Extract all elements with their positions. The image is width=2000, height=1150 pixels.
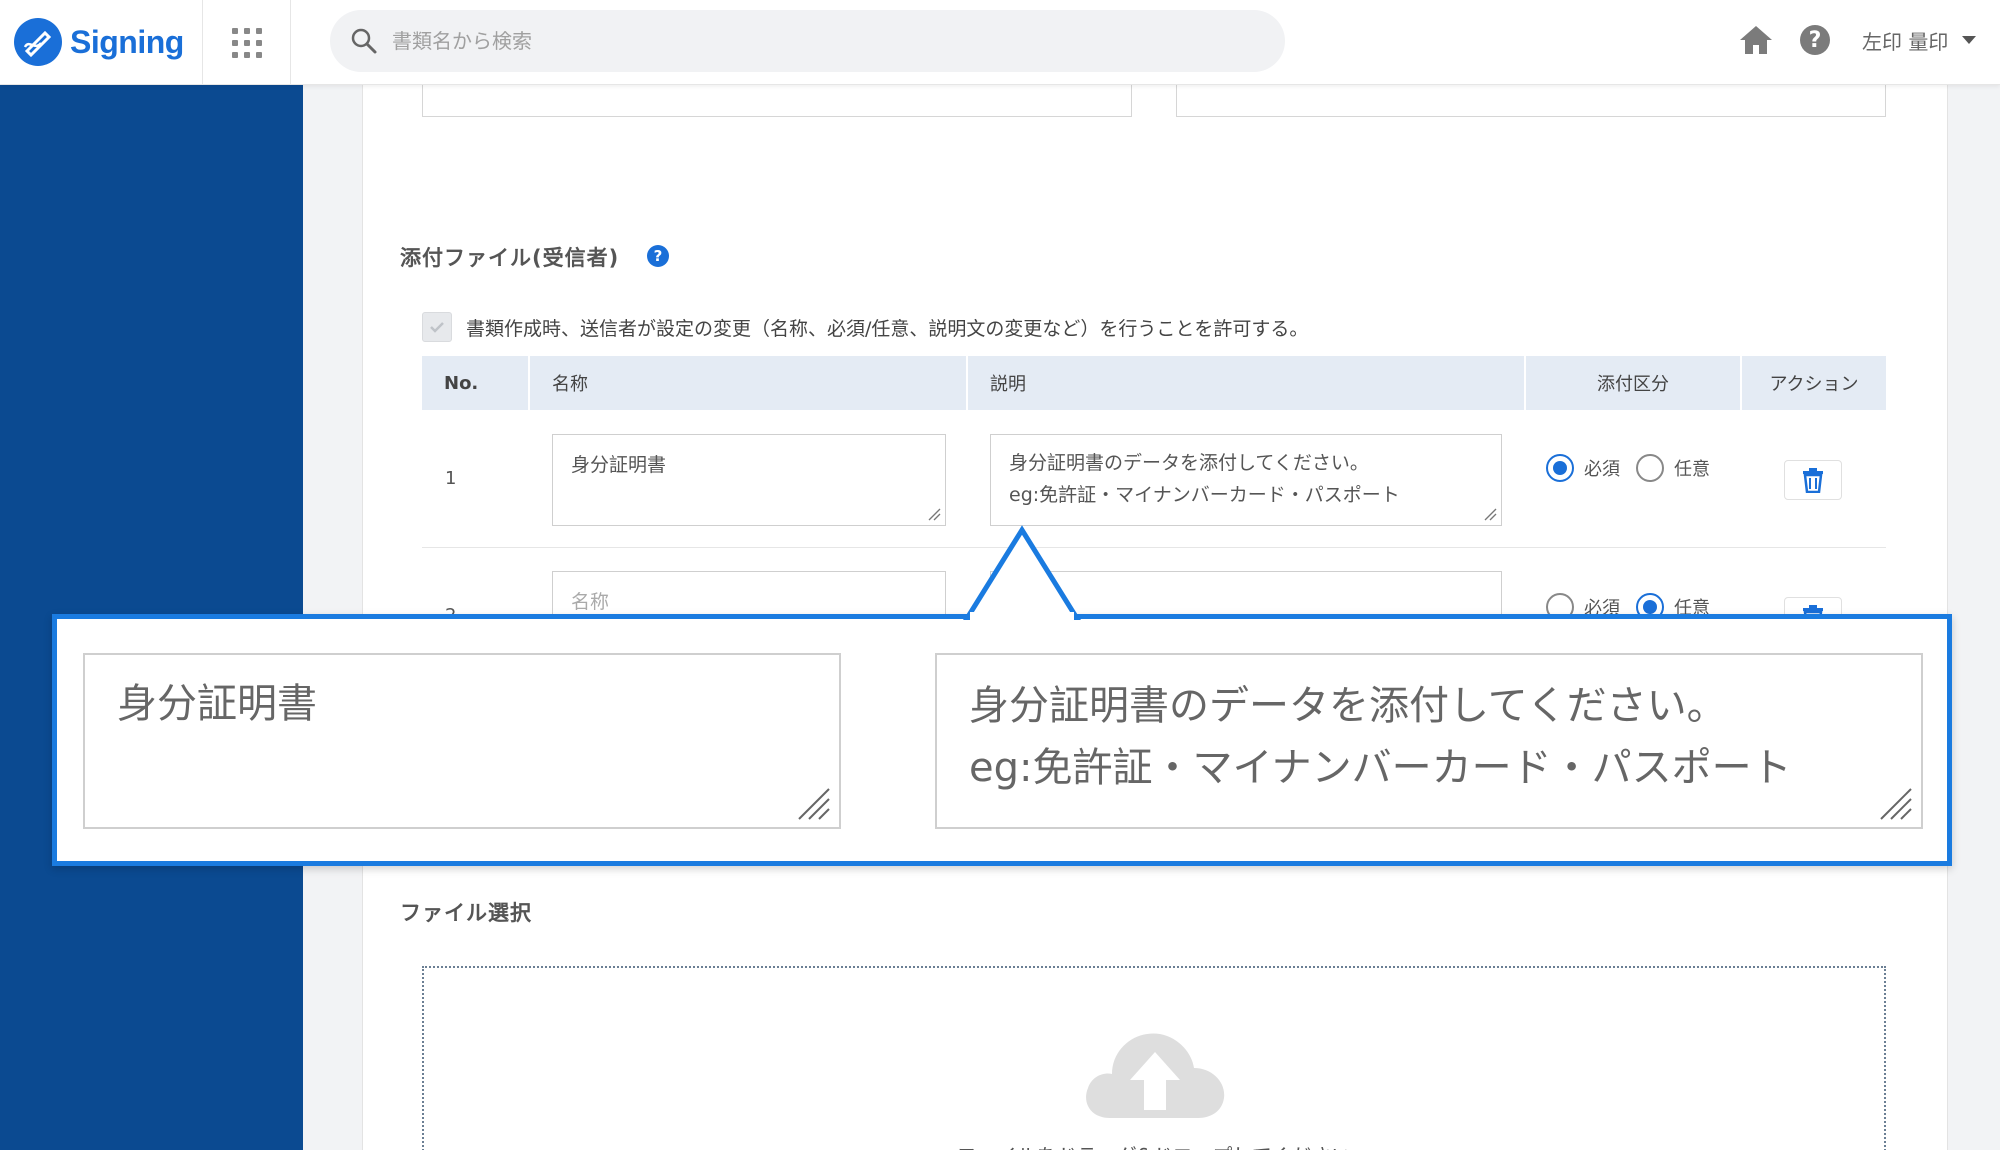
section-title-attachment: 添付ファイル(受信者) [400, 246, 620, 270]
description-textarea[interactable]: 身分証明書のデータを添付してください。 eg:免許証・マイナンバーカード・パスポ… [990, 434, 1502, 526]
user-name: 左印 量印 [1862, 29, 1949, 54]
zoomed-description-line: eg:免許証・マイナンバーカード・パスポート [969, 745, 1792, 791]
delete-row-button[interactable] [1784, 460, 1842, 500]
chevron-down-icon [1962, 36, 1977, 44]
info-icon[interactable]: ? [647, 245, 669, 267]
description-line: 身分証明書のデータを添付してください。 [1009, 452, 1369, 474]
zoomed-name-textarea: 身分証明書 [83, 653, 841, 829]
top-header: Signing ? 左印 量印 [0, 0, 2000, 85]
column-header-no: No. [422, 356, 530, 410]
required-label: 必須 [1584, 459, 1620, 480]
permission-row: 書類作成時、送信者が設定の変更（名称、必須/任意、説明文の変更など）を行うことを… [422, 312, 1308, 342]
search-input[interactable] [392, 29, 1192, 53]
resize-grip-icon [1880, 788, 1912, 820]
section-title-file-select: ファイル選択 [400, 901, 532, 925]
search-bar[interactable] [330, 10, 1285, 72]
zoomed-name-text: 身分証明書 [117, 681, 317, 727]
search-icon [351, 28, 377, 54]
header-divider [290, 0, 291, 85]
name-text: 身分証明書 [571, 454, 667, 476]
dropzone-text: ファイルをドラッグ&ドロップしてください [424, 1140, 1884, 1150]
cloud-upload-icon [1086, 1033, 1225, 1118]
zoomed-description-line: 身分証明書のデータを添付してください。 [969, 683, 1727, 729]
name-placeholder: 名称 [571, 591, 610, 613]
zoom-callout: 身分証明書 身分証明書のデータを添付してください。 eg:免許証・マイナンバーカ… [52, 614, 1952, 866]
trash-icon [1803, 468, 1823, 493]
zoomed-description-textarea: 身分証明書のデータを添付してください。 eg:免許証・マイナンバーカード・パスポ… [935, 653, 1923, 829]
resize-grip-icon [798, 788, 830, 820]
name-textarea[interactable]: 身分証明書 [552, 434, 946, 526]
column-header-type: 添付区分 [1526, 356, 1742, 410]
check-icon [430, 322, 444, 333]
header-divider [202, 0, 203, 85]
apps-grid-icon[interactable] [228, 24, 266, 62]
permission-label: 書類作成時、送信者が設定の変更（名称、必須/任意、説明文の変更など）を行うことを… [466, 317, 1309, 340]
table-row: 1 身分証明書 身分証明書のデータを添付してください。 eg:免許証・マイナンバ… [422, 410, 1886, 548]
permission-checkbox[interactable] [422, 312, 452, 342]
row-number: 1 [445, 468, 457, 489]
column-header-description: 説明 [968, 356, 1526, 410]
home-icon[interactable] [1738, 22, 1774, 58]
resize-grip-icon[interactable] [1483, 507, 1497, 521]
help-icon[interactable]: ? [1800, 25, 1830, 55]
description-line: eg:免許証・マイナンバーカード・パスポート [1009, 484, 1400, 506]
prior-input-field[interactable] [1176, 85, 1886, 117]
user-menu[interactable]: 左印 量印 [1862, 22, 1977, 58]
required-radio[interactable] [1546, 454, 1574, 482]
logo-text: Signing [70, 23, 184, 60]
callout-pointer [963, 525, 1081, 620]
signing-logo[interactable]: Signing [14, 14, 204, 70]
attachment-type-radio-group: 必須 任意 [1546, 454, 1726, 482]
resize-grip-icon[interactable] [927, 507, 941, 521]
attachment-table-header: No. 名称 説明 添付区分 アクション [422, 356, 1886, 410]
optional-radio[interactable] [1636, 454, 1664, 482]
column-header-name: 名称 [530, 356, 968, 410]
prior-input-field[interactable] [422, 85, 1132, 117]
column-header-action: アクション [1769, 374, 1859, 395]
optional-label: 任意 [1674, 459, 1710, 480]
signing-logo-icon [14, 18, 62, 66]
